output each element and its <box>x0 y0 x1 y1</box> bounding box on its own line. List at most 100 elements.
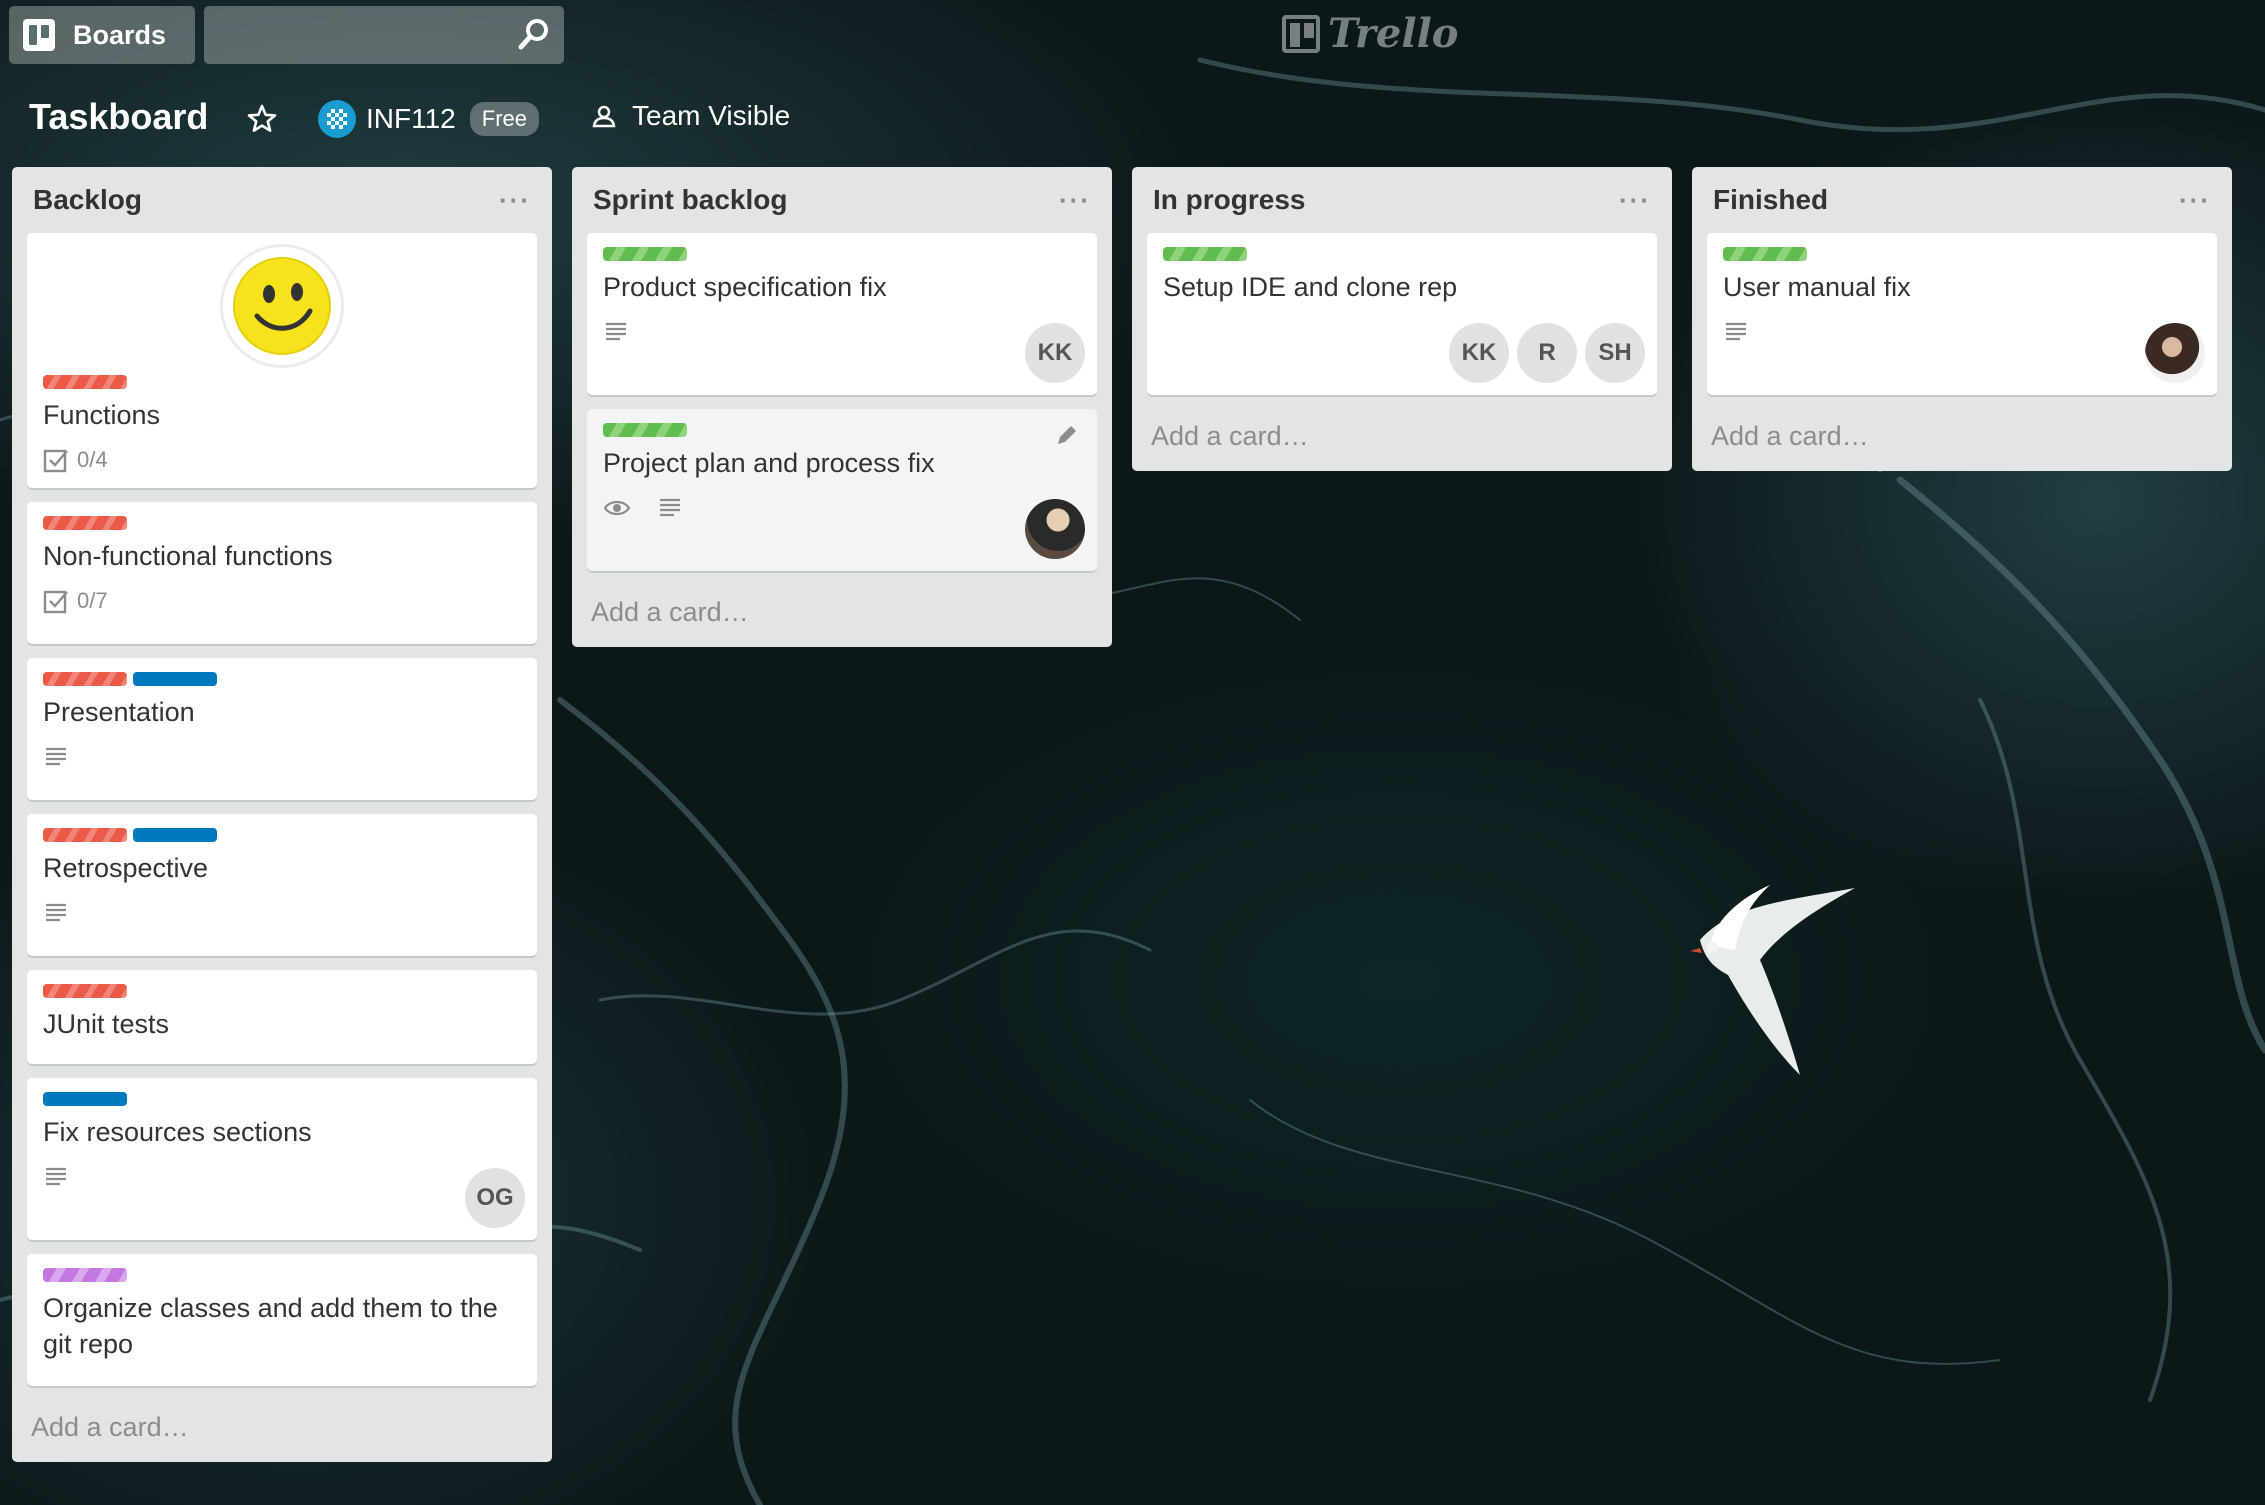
card-labels <box>43 1092 521 1108</box>
list-finished: Finished ··· User manual fix Add a card… <box>1692 167 2232 471</box>
team-button[interactable]: INF112 Free <box>318 100 539 138</box>
list-title[interactable]: In progress <box>1153 184 1305 216</box>
card-title: User manual fix <box>1723 272 1911 302</box>
card-members <box>2145 323 2205 383</box>
checklist-icon <box>43 590 68 614</box>
card-title: Retrospective <box>43 853 209 883</box>
boards-button[interactable]: Boards <box>9 6 195 64</box>
card-badges <box>1723 315 2201 349</box>
card-members <box>1025 499 1085 559</box>
member-avatar[interactable]: KK <box>1025 323 1085 383</box>
label-purple <box>43 1268 127 1282</box>
star-icon[interactable] <box>245 102 279 136</box>
add-card-button[interactable]: Add a card… <box>27 1400 537 1462</box>
card-badges <box>43 896 521 930</box>
description-icon <box>660 498 680 517</box>
list-in-progress: In progress ··· Setup IDE and clone rep … <box>1132 167 1672 471</box>
card-labels <box>43 1268 521 1284</box>
trello-logo[interactable]: Trello <box>1282 10 1458 57</box>
card-title: Functions <box>43 400 161 430</box>
list-header: Finished ··· <box>1707 167 2217 233</box>
add-card-button[interactable]: Add a card… <box>587 585 1097 647</box>
list-title[interactable]: Backlog <box>33 184 142 216</box>
label-red <box>43 828 127 842</box>
board-title[interactable]: Taskboard <box>29 96 208 138</box>
card-badges <box>603 315 1081 349</box>
checklist-icon <box>43 449 68 473</box>
board-header: Taskboard INF112 Free Team Visible <box>0 92 1200 152</box>
plan-badge: Free <box>469 102 539 136</box>
label-red <box>43 516 127 530</box>
seagull-image <box>1690 885 1855 1075</box>
card-labels <box>43 984 521 1000</box>
card-junit-tests[interactable]: JUnit tests <box>27 970 537 1064</box>
card-badges: 0/4 <box>43 443 521 477</box>
card-badges <box>603 491 1081 525</box>
list-title[interactable]: Finished <box>1713 184 1828 216</box>
card-fix-resources[interactable]: Fix resources sections OG <box>27 1078 537 1240</box>
card-non-functional[interactable]: Non-functional functions 0/7 <box>27 502 537 644</box>
card-labels <box>43 828 521 844</box>
card-functions[interactable]: Functions 0/4 <box>27 233 537 488</box>
search-input[interactable] <box>204 6 564 64</box>
add-card-button[interactable]: Add a card… <box>1147 409 1657 471</box>
card-organize-classes[interactable]: Organize classes and add them to the git… <box>27 1254 537 1386</box>
checklist-badge: 0/7 <box>43 588 108 614</box>
label-red <box>43 375 127 389</box>
card-members: KK <box>1025 323 1085 383</box>
list-header: Sprint backlog ··· <box>587 167 1097 233</box>
member-avatar[interactable]: KK <box>1449 323 1509 383</box>
description-icon <box>606 322 626 341</box>
description-icon <box>46 1167 66 1186</box>
card-product-spec-fix[interactable]: Product specification fix KK <box>587 233 1097 395</box>
member-avatar[interactable]: R <box>1517 323 1577 383</box>
label-green <box>603 247 687 261</box>
boards-label: Boards <box>73 19 167 50</box>
label-green <box>1163 247 1247 261</box>
description-icon <box>46 747 66 766</box>
edit-pencil-icon[interactable] <box>1053 423 1079 449</box>
label-blue <box>133 672 217 686</box>
label-blue <box>43 1092 127 1106</box>
card-members: KK R SH <box>1449 323 1645 383</box>
member-photo-avatar[interactable] <box>1025 499 1085 559</box>
card-title: Setup IDE and clone rep <box>1163 272 1458 302</box>
card-user-manual-fix[interactable]: User manual fix <box>1707 233 2217 395</box>
card-project-plan-fix[interactable]: Project plan and process fix <box>587 409 1097 571</box>
list-menu-icon[interactable]: ··· <box>1619 185 1651 216</box>
add-card-button[interactable]: Add a card… <box>1707 409 2217 471</box>
card-title: Presentation <box>43 697 195 727</box>
card-title: Product specification fix <box>603 272 887 302</box>
member-avatar[interactable]: SH <box>1585 323 1645 383</box>
card-title: Non-functional functions <box>43 541 333 571</box>
card-labels <box>603 423 1081 439</box>
label-red <box>43 984 127 998</box>
card-labels <box>43 375 521 391</box>
list-menu-icon[interactable]: ··· <box>2179 185 2211 216</box>
card-retrospective[interactable]: Retrospective <box>27 814 537 956</box>
team-name: INF112 <box>366 103 456 134</box>
card-labels <box>43 516 521 532</box>
member-avatar[interactable]: OG <box>465 1168 525 1228</box>
list-menu-icon[interactable]: ··· <box>1059 185 1091 216</box>
list-header: Backlog ··· <box>27 167 537 233</box>
list-menu-icon[interactable]: ··· <box>499 185 531 216</box>
trello-logo-text: Trello <box>1328 10 1459 57</box>
card-presentation[interactable]: Presentation <box>27 658 537 800</box>
boards-icon <box>23 19 55 51</box>
visibility-button[interactable]: Team Visible <box>592 100 790 132</box>
card-labels <box>43 672 521 688</box>
search-icon[interactable] <box>516 16 552 52</box>
checklist-count: 0/7 <box>77 588 108 613</box>
member-photo-avatar[interactable] <box>2145 323 2205 383</box>
card-setup-ide[interactable]: Setup IDE and clone rep KK R SH <box>1147 233 1657 395</box>
list-backlog: Backlog ··· Functions 0/4 Non-functional… <box>12 167 552 1462</box>
label-green <box>603 423 687 437</box>
card-title: Fix resources sections <box>43 1117 312 1147</box>
trello-logo-icon <box>1282 14 1320 53</box>
watch-eye-icon <box>603 500 631 516</box>
list-title[interactable]: Sprint backlog <box>593 184 787 216</box>
team-avatar <box>318 100 356 138</box>
card-badges <box>43 740 521 774</box>
card-title: JUnit tests <box>43 1009 170 1039</box>
